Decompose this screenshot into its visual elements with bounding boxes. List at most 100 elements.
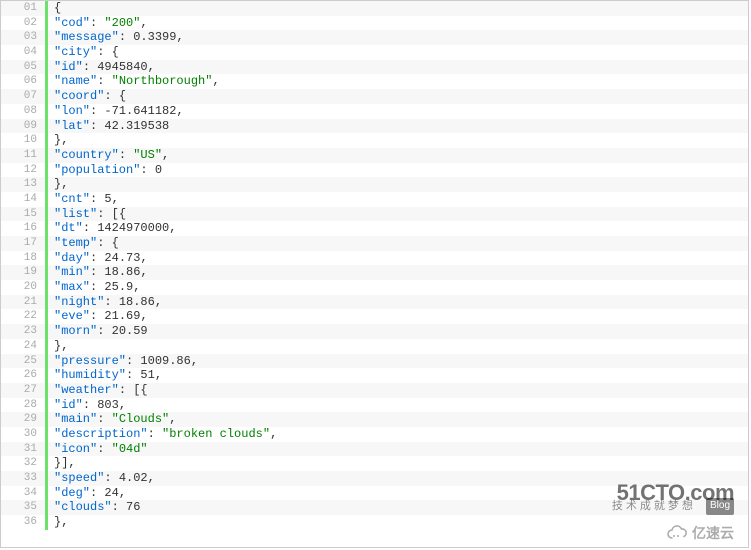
line-number: 22 bbox=[1, 309, 45, 324]
code-content[interactable]: }], bbox=[48, 456, 76, 471]
code-content[interactable]: "min": 18.86, bbox=[48, 265, 148, 280]
code-content[interactable]: "speed": 4.02, bbox=[48, 471, 155, 486]
code-content[interactable]: "humidity": 51, bbox=[48, 368, 162, 383]
code-line[interactable]: 20"max": 25.9, bbox=[1, 280, 748, 295]
token-punct: : bbox=[104, 471, 118, 485]
code-line[interactable]: 03"message": 0.3399, bbox=[1, 30, 748, 45]
code-line[interactable]: 12"population": 0 bbox=[1, 163, 748, 178]
token-punct: : bbox=[112, 500, 126, 514]
token-punct: : bbox=[119, 30, 133, 44]
token-punct: , bbox=[119, 398, 126, 412]
code-line[interactable]: 22"eve": 21.69, bbox=[1, 309, 748, 324]
code-line[interactable]: 04"city": { bbox=[1, 45, 748, 60]
line-number: 36 bbox=[1, 515, 45, 530]
code-line[interactable]: 09"lat": 42.319538 bbox=[1, 119, 748, 134]
code-line[interactable]: 28"id": 803, bbox=[1, 398, 748, 413]
code-content[interactable]: "name": "Northborough", bbox=[48, 74, 220, 89]
code-line[interactable]: 17"temp": { bbox=[1, 236, 748, 251]
code-line[interactable]: 21"night": 18.86, bbox=[1, 295, 748, 310]
token-str: "broken clouds" bbox=[162, 427, 270, 441]
code-line[interactable]: 30"description": "broken clouds", bbox=[1, 427, 748, 442]
code-content[interactable]: "eve": 21.69, bbox=[48, 309, 148, 324]
code-content[interactable]: "day": 24.73, bbox=[48, 251, 148, 266]
token-punct: : { bbox=[97, 236, 119, 250]
code-line[interactable]: 35"clouds": 76 bbox=[1, 500, 748, 515]
code-line[interactable]: 11"country": "US", bbox=[1, 148, 748, 163]
code-content[interactable]: "list": [{ bbox=[48, 207, 126, 222]
code-content[interactable]: "id": 803, bbox=[48, 398, 126, 413]
code-content[interactable]: "max": 25.9, bbox=[48, 280, 140, 295]
code-line[interactable]: 08"lon": -71.641182, bbox=[1, 104, 748, 119]
token-punct: , bbox=[140, 309, 147, 323]
token-punct: , bbox=[140, 16, 147, 30]
token-punct: : bbox=[83, 60, 97, 74]
token-str: "200" bbox=[104, 16, 140, 30]
code-content[interactable]: "deg": 24, bbox=[48, 486, 126, 501]
code-content[interactable]: "icon": "04d" bbox=[48, 442, 148, 457]
code-line[interactable]: 29"main": "Clouds", bbox=[1, 412, 748, 427]
code-line[interactable]: 25"pressure": 1009.86, bbox=[1, 354, 748, 369]
code-content[interactable]: "cod": "200", bbox=[48, 16, 148, 31]
code-content[interactable]: "lon": -71.641182, bbox=[48, 104, 184, 119]
code-content[interactable]: "population": 0 bbox=[48, 163, 162, 178]
token-key: "humidity" bbox=[54, 368, 126, 382]
code-line[interactable]: 32}], bbox=[1, 456, 748, 471]
code-line[interactable]: 34"deg": 24, bbox=[1, 486, 748, 501]
code-line[interactable]: 26"humidity": 51, bbox=[1, 368, 748, 383]
code-content[interactable]: "pressure": 1009.86, bbox=[48, 354, 198, 369]
code-content[interactable]: "country": "US", bbox=[48, 148, 169, 163]
code-content[interactable]: "temp": { bbox=[48, 236, 119, 251]
code-line[interactable]: 05"id": 4945840, bbox=[1, 60, 748, 75]
code-content[interactable]: "dt": 1424970000, bbox=[48, 221, 176, 236]
code-editor[interactable]: 01{02"cod": "200",03"message": 0.3399,04… bbox=[0, 0, 749, 548]
code-line[interactable]: 14"cnt": 5, bbox=[1, 192, 748, 207]
code-line[interactable]: 36}, bbox=[1, 515, 748, 530]
token-punct: : bbox=[90, 104, 104, 118]
code-line[interactable]: 27"weather": [{ bbox=[1, 383, 748, 398]
token-num: 21.69 bbox=[104, 309, 140, 323]
code-content[interactable]: "message": 0.3399, bbox=[48, 30, 184, 45]
code-line[interactable]: 18"day": 24.73, bbox=[1, 251, 748, 266]
code-line[interactable]: 31"icon": "04d" bbox=[1, 442, 748, 457]
line-number: 19 bbox=[1, 265, 45, 280]
code-line[interactable]: 10}, bbox=[1, 133, 748, 148]
code-content[interactable]: }, bbox=[48, 177, 68, 192]
code-content[interactable]: "city": { bbox=[48, 45, 119, 60]
code-content[interactable]: "coord": { bbox=[48, 89, 126, 104]
code-line[interactable]: 13}, bbox=[1, 177, 748, 192]
line-number: 06 bbox=[1, 74, 45, 89]
code-content[interactable]: "weather": [{ bbox=[48, 383, 148, 398]
code-content[interactable]: "cnt": 5, bbox=[48, 192, 119, 207]
code-line[interactable]: 06"name": "Northborough", bbox=[1, 74, 748, 89]
code-content[interactable]: { bbox=[48, 1, 61, 16]
code-line[interactable]: 19"min": 18.86, bbox=[1, 265, 748, 280]
code-line[interactable]: 07"coord": { bbox=[1, 89, 748, 104]
line-number: 17 bbox=[1, 236, 45, 251]
code-content[interactable]: "clouds": 76 bbox=[48, 500, 140, 515]
code-line[interactable]: 16"dt": 1424970000, bbox=[1, 221, 748, 236]
token-num: 18.86 bbox=[119, 295, 155, 309]
code-content[interactable]: }, bbox=[48, 133, 68, 148]
code-line[interactable]: 01{ bbox=[1, 1, 748, 16]
line-number: 18 bbox=[1, 251, 45, 266]
code-content[interactable]: "lat": 42.319538 bbox=[48, 119, 169, 134]
code-content[interactable]: "night": 18.86, bbox=[48, 295, 162, 310]
token-num: 76 bbox=[126, 500, 140, 514]
token-punct: : bbox=[90, 192, 104, 206]
code-line[interactable]: 02"cod": "200", bbox=[1, 16, 748, 31]
code-content[interactable]: "description": "broken clouds", bbox=[48, 427, 277, 442]
token-punct: , bbox=[155, 368, 162, 382]
code-content[interactable]: "id": 4945840, bbox=[48, 60, 155, 75]
code-line[interactable]: 24}, bbox=[1, 339, 748, 354]
line-number: 34 bbox=[1, 486, 45, 501]
code-line[interactable]: 33"speed": 4.02, bbox=[1, 471, 748, 486]
code-content[interactable]: }, bbox=[48, 339, 68, 354]
token-num: 1424970000 bbox=[97, 221, 169, 235]
token-key: "speed" bbox=[54, 471, 104, 485]
token-key: "night" bbox=[54, 295, 104, 309]
code-line[interactable]: 23"morn": 20.59 bbox=[1, 324, 748, 339]
code-content[interactable]: "main": "Clouds", bbox=[48, 412, 176, 427]
code-line[interactable]: 15"list": [{ bbox=[1, 207, 748, 222]
code-content[interactable]: }, bbox=[48, 515, 68, 530]
code-content[interactable]: "morn": 20.59 bbox=[48, 324, 148, 339]
